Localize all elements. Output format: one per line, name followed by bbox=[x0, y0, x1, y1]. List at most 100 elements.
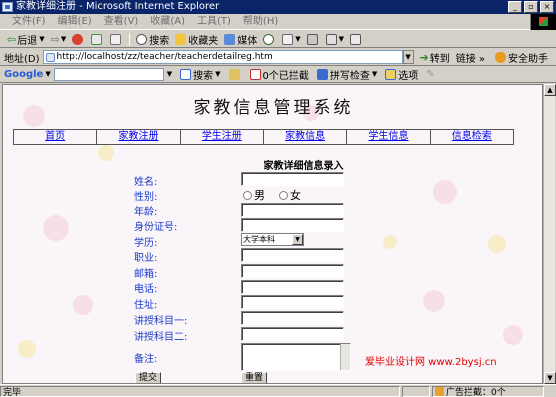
spellcheck-button[interactable]: 拼写检查 ▼ bbox=[316, 67, 377, 82]
popup-blocker-button[interactable]: 0个已拦截 bbox=[249, 67, 309, 82]
site-title: 家教信息管理系统 bbox=[193, 98, 354, 118]
email-input[interactable] bbox=[241, 264, 344, 278]
phone-label: 电话: bbox=[134, 284, 158, 295]
background-flower bbox=[488, 235, 506, 253]
menu-view[interactable]: 查看(V) bbox=[98, 14, 145, 30]
google-search-button[interactable]: 搜索 ▼ bbox=[180, 67, 221, 82]
nav-link-home[interactable]: 首页 bbox=[14, 130, 96, 144]
address-input-field[interactable] bbox=[241, 295, 344, 309]
forward-arrow-icon: ⇨ bbox=[50, 32, 60, 46]
window-title: 家教详细注册 - Microsoft Internet Explorer bbox=[16, 1, 220, 12]
edit-button[interactable]: ▼ bbox=[323, 31, 347, 47]
subject1-input[interactable] bbox=[241, 311, 344, 325]
mail-icon bbox=[282, 33, 294, 45]
google-search-menu-icon[interactable]: ▼ bbox=[215, 70, 220, 78]
search-button[interactable]: 搜索 bbox=[133, 31, 172, 47]
subject2-label: 讲授科目二: bbox=[134, 332, 188, 343]
job-input[interactable] bbox=[241, 248, 344, 262]
phone-input[interactable] bbox=[241, 280, 344, 294]
menu-help[interactable]: 帮助(H) bbox=[237, 14, 284, 30]
nav-link-student-register[interactable]: 学生注册 bbox=[179, 130, 263, 144]
print-button[interactable] bbox=[304, 31, 323, 47]
favorites-button[interactable]: 收藏夹 bbox=[172, 31, 221, 47]
gender-female-radio[interactable] bbox=[279, 190, 288, 200]
email-label: 邮箱: bbox=[134, 269, 158, 280]
menu-tools[interactable]: 工具(T) bbox=[191, 14, 237, 30]
home-button[interactable] bbox=[107, 31, 126, 47]
favorites-icon bbox=[175, 33, 187, 45]
remark-scrollbar[interactable] bbox=[340, 344, 350, 370]
back-dropdown-icon[interactable]: ▼ bbox=[39, 35, 44, 43]
status-bar: 完毕 广告拦截：0个 bbox=[0, 384, 556, 397]
standard-toolbar: ⇦ 后退 ▼ ⇨ ▼ 搜索 收藏夹 媒体 ▼ ▼ bbox=[0, 31, 556, 48]
gender-female-label: 女 bbox=[290, 189, 301, 202]
address-dropdown[interactable]: ▼ bbox=[402, 50, 414, 64]
gender-male-option[interactable]: 男 bbox=[243, 187, 265, 203]
address-input[interactable]: http://localhost/zz/teacher/teacherdetai… bbox=[42, 50, 403, 64]
page-scrollbar[interactable]: ▲ ▼ bbox=[543, 84, 556, 384]
background-flower bbox=[18, 340, 36, 358]
name-input[interactable] bbox=[241, 172, 344, 186]
minimize-button[interactable]: _ bbox=[508, 1, 522, 13]
refresh-button[interactable] bbox=[88, 31, 107, 47]
spellcheck-dropdown-icon[interactable]: ▼ bbox=[372, 70, 377, 78]
subject2-input[interactable] bbox=[241, 327, 344, 341]
media-icon bbox=[224, 33, 236, 45]
options-button[interactable]: 选项 bbox=[385, 67, 418, 82]
status-blocker-cell[interactable]: 广告拦截：0个 bbox=[432, 385, 544, 397]
nav-link-tutor-register[interactable]: 家教注册 bbox=[96, 130, 179, 144]
google-search-label: 搜索 bbox=[193, 70, 214, 82]
reset-button[interactable]: 重置 bbox=[241, 372, 267, 383]
history-button[interactable] bbox=[260, 31, 279, 47]
status-text: 完毕 bbox=[3, 387, 22, 397]
mail-button[interactable]: ▼ bbox=[279, 31, 303, 47]
nav-link-tutor-info[interactable]: 家教信息 bbox=[262, 130, 346, 144]
gender-male-radio[interactable] bbox=[243, 190, 252, 200]
nav-link-student-info[interactable]: 学生信息 bbox=[346, 130, 429, 144]
stop-button[interactable] bbox=[69, 31, 88, 47]
forward-button[interactable]: ⇨ ▼ bbox=[48, 31, 70, 47]
stop-icon bbox=[72, 33, 84, 45]
address-label: 地址(D) bbox=[4, 53, 40, 65]
address-label: 住址: bbox=[134, 300, 158, 311]
age-input[interactable] bbox=[241, 203, 344, 217]
education-select[interactable]: 大学本科 ▼ bbox=[241, 233, 304, 246]
nav-link-search[interactable]: 信息检索 bbox=[429, 130, 513, 144]
back-button[interactable]: ⇦ 后退 ▼ bbox=[4, 31, 48, 47]
idcard-input[interactable] bbox=[241, 218, 344, 232]
remark-textarea[interactable] bbox=[241, 343, 351, 371]
background-flower bbox=[43, 215, 69, 241]
mail-dropdown-icon[interactable]: ▼ bbox=[295, 35, 300, 43]
maximize-button[interactable]: ▫ bbox=[524, 1, 538, 13]
discuss-button[interactable] bbox=[347, 31, 366, 47]
pencil-button[interactable]: ✎ bbox=[426, 69, 434, 80]
menu-bar: 文件(F) 编辑(E) 查看(V) 收藏(A) 工具(T) 帮助(H) bbox=[0, 14, 556, 30]
google-search-dropdown-icon[interactable]: ▼ bbox=[167, 70, 172, 78]
favorites-label: 收藏夹 bbox=[188, 35, 219, 47]
media-button[interactable]: 媒体 bbox=[221, 31, 260, 47]
google-logo[interactable]: Google bbox=[4, 69, 43, 80]
google-g-icon bbox=[180, 68, 192, 80]
forward-dropdown-icon[interactable]: ▼ bbox=[61, 35, 66, 43]
gender-female-option[interactable]: 女 bbox=[279, 187, 301, 203]
scroll-down-button[interactable]: ▼ bbox=[544, 372, 556, 384]
google-dropdown-icon[interactable]: ▼ bbox=[45, 70, 50, 78]
close-button[interactable]: × bbox=[540, 1, 554, 13]
menu-file[interactable]: 文件(F) bbox=[6, 14, 52, 30]
links-button[interactable]: 链接 » bbox=[456, 50, 485, 65]
ie-icon bbox=[2, 2, 13, 12]
edit-icon bbox=[325, 33, 337, 45]
safety-assistant-button[interactable]: 安全助手 bbox=[495, 50, 548, 65]
pencil-icon: ✎ bbox=[426, 68, 435, 80]
submit-button[interactable]: 提交 bbox=[135, 372, 161, 383]
education-dropdown-icon[interactable]: ▼ bbox=[292, 234, 303, 245]
scroll-up-button[interactable]: ▲ bbox=[544, 84, 556, 96]
go-button[interactable]: ➜ 转到 bbox=[420, 50, 450, 65]
edit-dropdown-icon[interactable]: ▼ bbox=[339, 35, 344, 43]
google-news-button[interactable] bbox=[228, 68, 242, 80]
menu-favorites[interactable]: 收藏(A) bbox=[144, 14, 191, 30]
google-search-input[interactable] bbox=[53, 67, 164, 81]
links-more-icon: » bbox=[478, 53, 486, 65]
menu-edit[interactable]: 编辑(E) bbox=[52, 14, 98, 30]
media-label: 媒体 bbox=[237, 35, 258, 47]
